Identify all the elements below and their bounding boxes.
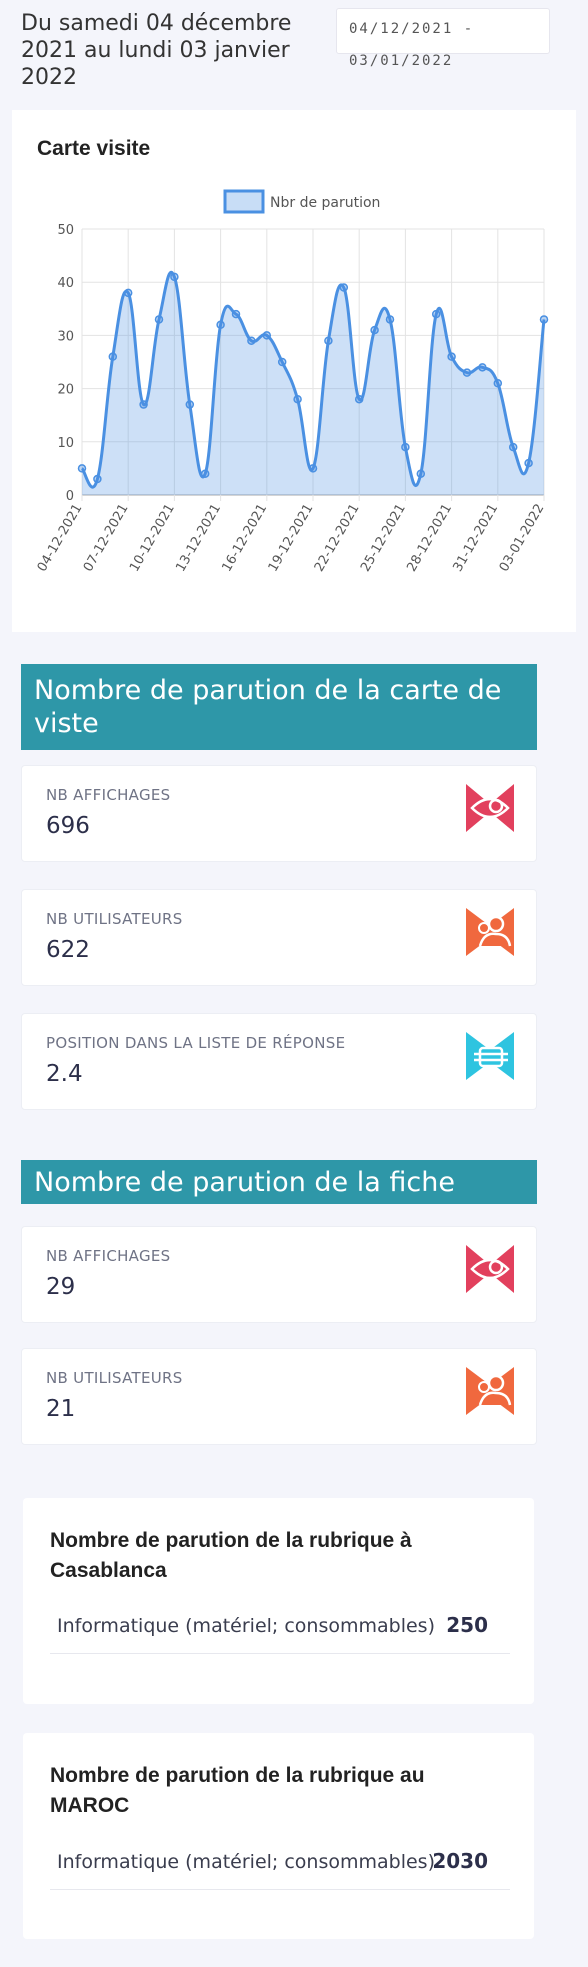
- x-tick-label: 13-12-2021: [173, 502, 224, 575]
- x-tick-label: 31-12-2021: [450, 502, 501, 575]
- x-tick-label: 22-12-2021: [312, 502, 363, 575]
- stat-value: 696: [46, 813, 90, 839]
- y-tick-label: 50: [57, 223, 74, 238]
- legend-swatch: [223, 189, 265, 214]
- data-point: [216, 320, 225, 330]
- rubrique-maroc-card: Nombre de parution de la rubrique au MAR…: [23, 1733, 534, 1939]
- data-point: [247, 336, 256, 345]
- stat-value: 622: [46, 937, 90, 963]
- stat-card-position: POSITION DANS LA LISTE DE RÉPONSE 2.4: [21, 1013, 537, 1110]
- stat-card-utilisateurs: NB UTILISATEURS 21: [21, 1348, 537, 1445]
- data-point: [431, 309, 441, 319]
- data-point: [339, 283, 349, 292]
- x-tick-label: 04-12-2021: [35, 502, 86, 575]
- section-carte-header: Nombre de parution de la carte de viste: [21, 664, 537, 750]
- data-point: [154, 315, 164, 324]
- stat-value: 29: [46, 1274, 76, 1300]
- section-fiche-header: Nombre de parution de la fiche: [21, 1160, 537, 1204]
- y-tick-label: 40: [57, 276, 74, 291]
- legend-label: Nbr de parution: [270, 195, 380, 211]
- stat-card-affichages: NB AFFICHAGES 696: [21, 765, 537, 862]
- stat-label: POSITION DANS LA LISTE DE RÉPONSE: [46, 1034, 346, 1052]
- line-chart: Nbr de parution 01020304050 04-12-202107…: [35, 189, 549, 575]
- data-point: [385, 315, 395, 324]
- eye-icon: [466, 784, 514, 832]
- data-point: [478, 363, 487, 372]
- data-point: [524, 458, 533, 468]
- data-point: [308, 464, 318, 473]
- rubrique-row: Informatique (matériel; consommables) 20…: [50, 1843, 510, 1890]
- data-point: [200, 469, 210, 478]
- stat-label: NB AFFICHAGES: [46, 786, 171, 804]
- data-point: [93, 474, 102, 484]
- data-point: [293, 394, 302, 404]
- y-tick-label: 10: [57, 436, 74, 451]
- stat-card-affichages: NB AFFICHAGES 29: [21, 1226, 537, 1323]
- data-point: [139, 400, 148, 409]
- x-tick-label: 10-12-2021: [127, 502, 178, 575]
- stat-value: 2.4: [46, 1061, 83, 1087]
- data-point: [123, 288, 133, 298]
- rubrique-row: Informatique (matériel; consommables) 25…: [50, 1607, 510, 1654]
- data-point: [277, 357, 287, 367]
- data-point: [231, 309, 241, 319]
- x-tick-label: 28-12-2021: [404, 501, 455, 574]
- rubrique-value: 250: [446, 1613, 488, 1637]
- stat-label: NB UTILISATEURS: [46, 910, 183, 928]
- stat-label: NB UTILISATEURS: [46, 1369, 183, 1387]
- data-point: [462, 368, 472, 377]
- data-point: [262, 331, 272, 340]
- data-point: [493, 379, 503, 388]
- rubrique-value: 2030: [432, 1849, 488, 1873]
- stat-label: NB AFFICHAGES: [46, 1247, 171, 1265]
- x-tick-label: 03-01-2022: [497, 502, 548, 575]
- stat-card-utilisateurs: NB UTILISATEURS 622: [21, 889, 537, 986]
- data-point: [324, 336, 333, 345]
- users-icon: [466, 908, 514, 956]
- y-tick-label: 20: [57, 383, 74, 398]
- rubrique-category: Informatique (matériel; consommables): [57, 1615, 435, 1637]
- data-point: [185, 400, 195, 409]
- data-point: [416, 469, 426, 478]
- x-tick-label: 07-12-2021: [81, 502, 132, 575]
- data-point: [447, 352, 456, 361]
- x-tick-label: 16-12-2021: [219, 502, 270, 575]
- rubrique-title: Nombre de parution de la rubrique au MAR…: [50, 1764, 425, 1817]
- x-tick-label: 19-12-2021: [266, 502, 317, 575]
- rubrique-title: Nombre de parution de la rubrique à Casa…: [50, 1529, 412, 1582]
- y-tick-label: 30: [57, 329, 74, 344]
- data-point: [508, 442, 518, 452]
- stat-value: 21: [46, 1396, 76, 1422]
- rubrique-casablanca-card: Nombre de parution de la rubrique à Casa…: [23, 1498, 534, 1704]
- data-point: [539, 315, 549, 324]
- data-point: [77, 464, 87, 473]
- users-icon: [466, 1367, 514, 1415]
- data-point: [170, 272, 179, 282]
- data-point: [401, 442, 410, 452]
- eye-icon: [466, 1245, 514, 1293]
- rubrique-category: Informatique (matériel; consommables): [57, 1851, 435, 1873]
- data-point: [108, 352, 118, 361]
- data-point: [370, 325, 379, 335]
- list-position-icon: [466, 1032, 514, 1080]
- x-tick-label: 25-12-2021: [358, 502, 409, 575]
- data-point: [354, 394, 364, 404]
